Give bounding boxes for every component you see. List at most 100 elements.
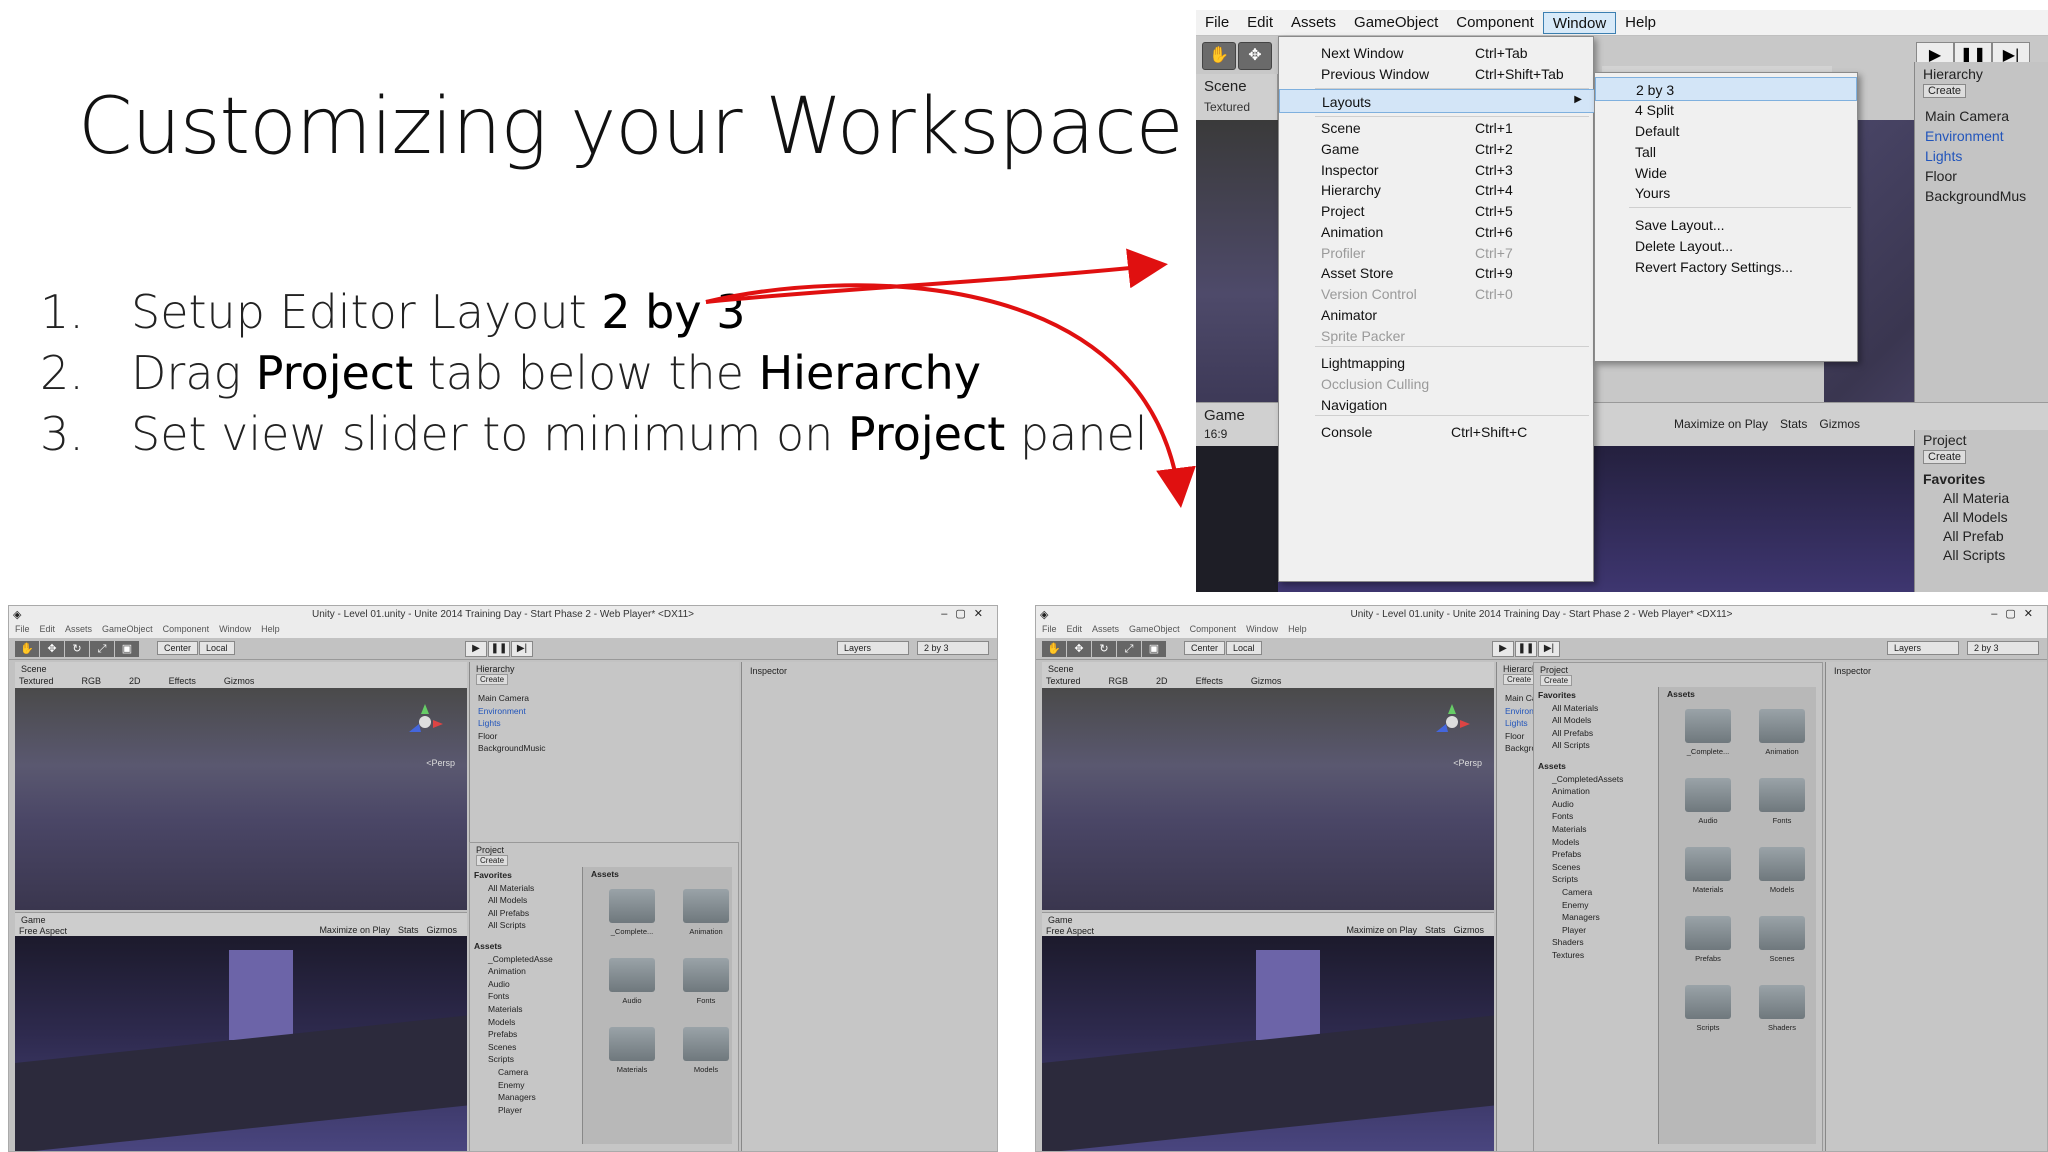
menu-item-navigation[interactable]: Navigation [1279,393,1595,417]
tree-item[interactable]: Audio [474,978,578,991]
scene-view[interactable] [1196,120,1278,410]
tree-item[interactable]: Scripts [474,1053,578,1066]
list-item[interactable]: Main Camera [1925,106,2026,126]
tree-item[interactable]: Fonts [1538,810,1642,823]
menu-item-layouts[interactable]: Layouts ▶ [1279,89,1595,113]
menu-edit[interactable]: Edit [1067,624,1083,638]
list-item[interactable]: Main Camera [478,692,546,705]
menu-component[interactable]: Component [1190,624,1237,638]
game-aspect[interactable]: 16:9 [1204,427,1227,441]
tree-item[interactable]: All Scripts [474,919,578,932]
tree-item[interactable]: Models [1538,836,1642,849]
folder-item[interactable]: Shaders [1747,985,1817,1032]
local-toggle[interactable]: Local [199,641,235,655]
tree-item[interactable]: Prefabs [1538,848,1642,861]
tab-inspector[interactable]: Inspector [1834,666,1871,676]
list-item[interactable]: Lights [478,717,546,730]
list-item[interactable]: Floor [1925,166,2026,186]
tree-item[interactable]: Scripts [1538,873,1642,886]
local-toggle[interactable]: Local [1226,641,1262,655]
list-item[interactable]: Environment [1925,126,2026,146]
tree-item[interactable]: Audio [1538,798,1642,811]
create-button[interactable]: Create [476,674,509,685]
play-icon[interactable]: ▶ [465,641,487,657]
folder-item[interactable]: _Complete... [597,889,667,936]
tab-game[interactable]: Game [1204,407,1245,424]
render-mode-dropdown[interactable]: Textured [19,676,54,686]
game-view[interactable] [1042,936,1494,1151]
tab-scene[interactable]: Scene [1204,78,1247,95]
tab-scene[interactable]: Scene [21,664,47,674]
menu-component[interactable]: Component [163,624,210,638]
maximize-on-play-button[interactable]: Maximize on Play [1346,925,1417,935]
rgb-dropdown[interactable]: RGB [1109,676,1129,686]
menu-file[interactable]: File [1042,624,1057,638]
tree-item[interactable]: Materials [474,1003,578,1016]
tab-scene[interactable]: Scene [1048,664,1074,674]
scene-gizmo-icon[interactable] [1432,702,1472,742]
create-button[interactable]: Create [1923,84,1967,98]
folder-item[interactable]: Models [671,1027,741,1074]
create-button[interactable]: Create [1540,675,1573,686]
pause-icon[interactable]: ❚❚ [488,641,510,657]
tree-item[interactable]: Managers [1538,911,1642,924]
scene-render-mode[interactable]: Textured [1204,100,1250,114]
menu-edit[interactable]: Edit [40,624,56,638]
maximize-on-play-button[interactable]: Maximize on Play [319,925,390,935]
menu-file[interactable]: File [15,624,30,638]
create-button[interactable]: Create [476,855,509,866]
tree-item[interactable]: All Scripts [1538,739,1642,752]
folder-item[interactable]: Animation [671,889,741,936]
gizmos-button[interactable]: Gizmos [1453,925,1484,935]
menu-window[interactable]: Window [219,624,251,638]
scene-gizmo-icon[interactable] [405,702,445,742]
tree-item[interactable]: All Prefabs [474,907,578,920]
revert-factory-settings-item[interactable]: Revert Factory Settings... [1595,255,1857,279]
tree-item[interactable]: All Models [1538,714,1642,727]
tree-item[interactable]: Favorites [474,869,578,882]
rect-tool-icon[interactable]: ▣ [115,641,139,657]
tree-item[interactable]: Enemy [1538,899,1642,912]
window-controls-icon[interactable]: –▢✕ [1991,607,2041,620]
effects-dropdown[interactable]: Effects [1196,676,1223,686]
folder-item[interactable]: Audio [1673,778,1743,825]
scale-tool-icon[interactable]: ⤢ [90,641,114,657]
game-view[interactable] [15,936,467,1151]
scene-view[interactable]: <Persp [1042,688,1494,910]
folder-item[interactable]: Models [1747,847,1817,894]
folder-item[interactable]: _Complete... [1673,709,1743,756]
tab-hierarchy[interactable]: Hierarchy [476,664,515,674]
stats-button[interactable]: Stats [1780,417,1807,431]
tree-item[interactable]: Player [1538,924,1642,937]
folder-item[interactable]: Materials [597,1027,667,1074]
tree-item[interactable]: Assets [474,940,578,953]
menu-help[interactable]: Help [1288,624,1307,638]
menu-gameobject[interactable]: GameObject [1129,624,1180,638]
list-item[interactable]: All Materia [1923,489,2009,508]
menu-help[interactable]: Help [261,624,280,638]
gizmos-dropdown[interactable]: Gizmos [1251,676,1282,686]
rotate-tool-icon[interactable]: ↻ [65,641,89,657]
tree-item[interactable]: _CompletedAsse [474,953,578,966]
persp-label[interactable]: <Persp [426,758,455,768]
play-icon[interactable]: ▶ [1492,641,1514,657]
render-mode-dropdown[interactable]: Textured [1046,676,1081,686]
stats-button[interactable]: Stats [1425,925,1446,935]
tree-item[interactable]: Animation [474,965,578,978]
tree-item[interactable]: Managers [474,1091,578,1104]
layers-dropdown[interactable]: Layers [1887,641,1959,655]
menu-item-previous-window[interactable]: Previous Window Ctrl+Shift+Tab [1279,62,1595,86]
folder-item[interactable]: Fonts [671,958,741,1005]
2d-toggle[interactable]: 2D [1156,676,1168,686]
layout-yours[interactable]: Yours [1595,181,1857,205]
tab-project[interactable]: Project [1540,665,1568,675]
tree-item[interactable]: _CompletedAssets [1538,773,1642,786]
list-item[interactable]: BackgroundMusic [478,742,546,755]
tree-item[interactable]: Scenes [1538,861,1642,874]
tree-item[interactable]: All Models [474,894,578,907]
menu-file[interactable]: File [1196,12,1238,34]
maximize-on-play-button[interactable]: Maximize on Play [1674,417,1768,431]
hand-tool-icon[interactable]: ✋ [1202,42,1236,70]
list-item[interactable]: All Models [1923,508,2009,527]
folder-item[interactable]: Prefabs [1673,916,1743,963]
